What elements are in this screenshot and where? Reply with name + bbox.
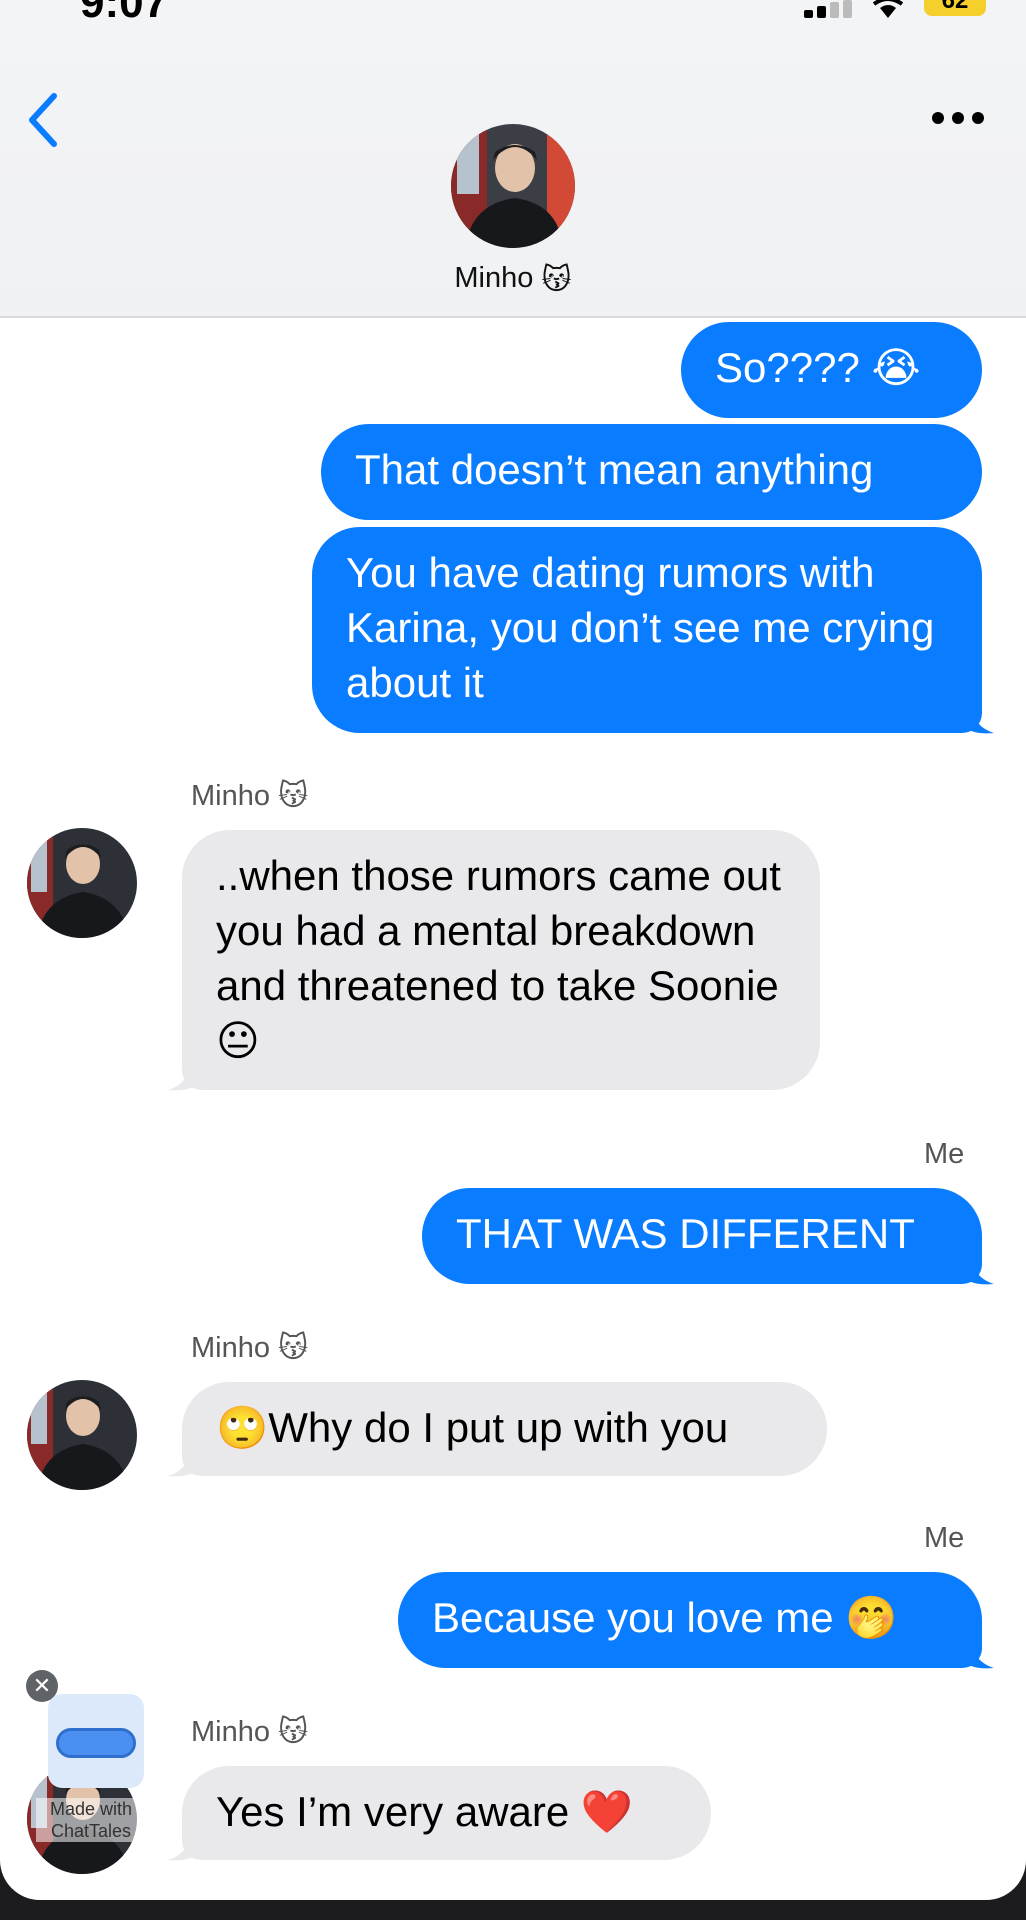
sender-label: Minho 😽 xyxy=(191,1332,309,1364)
status-time: 9:07 xyxy=(80,0,169,27)
message-bubble-sent[interactable]: So???? 😭 xyxy=(681,322,982,418)
kissing-cat-emoji: 😽 xyxy=(541,264,572,296)
message-bubble-sent[interactable]: That doesn’t mean anything xyxy=(321,424,982,520)
bubble-tail xyxy=(964,705,994,734)
contact-avatar[interactable] xyxy=(451,124,575,248)
bubble-tail xyxy=(168,1062,198,1091)
sender-label: Minho 😽 xyxy=(191,780,309,812)
message-bubble-received[interactable]: Yes I’m very aware ❤️ xyxy=(182,1766,711,1860)
sender-label: Me xyxy=(924,1522,965,1554)
message-text: Because you love me 🤭 xyxy=(432,1594,898,1641)
message-text: So???? 😭 xyxy=(715,344,921,391)
bubble-tail xyxy=(964,1256,994,1285)
message-text: That doesn’t mean anything xyxy=(355,446,874,493)
sender-label: Me xyxy=(924,1138,965,1170)
message-text: 🙄Why do I put up with you xyxy=(216,1404,729,1451)
conversation-header: 9:07 62 Minho 😽 xyxy=(0,0,1026,318)
bubble-tail xyxy=(964,1640,994,1669)
message-text: Yes I’m very aware ❤️ xyxy=(216,1788,634,1835)
chattales-logo xyxy=(48,1694,144,1788)
message-text: You have dating rumors with Karina, you … xyxy=(346,549,935,706)
wifi-icon xyxy=(872,0,904,18)
sender-avatar[interactable] xyxy=(27,1380,137,1490)
cellular-signal-icon xyxy=(804,0,852,18)
chat-bubble-icon xyxy=(56,1728,136,1758)
message-bubble-sent[interactable]: Because you love me 🤭 xyxy=(398,1572,982,1668)
message-bubble-sent[interactable]: THAT WAS DIFFERENT xyxy=(422,1188,982,1284)
message-text: THAT WAS DIFFERENT xyxy=(456,1210,915,1257)
message-bubble-received[interactable]: 🙄Why do I put up with you xyxy=(182,1382,827,1476)
chat-screen: 9:07 62 Minho 😽 So???? 😭 That doesn’t me… xyxy=(0,0,1026,1900)
sender-avatar[interactable] xyxy=(27,828,137,938)
battery-indicator: 62 xyxy=(924,0,986,16)
message-bubble-received[interactable]: ..when those rumors came out you had a m… xyxy=(182,830,820,1090)
watermark-text: Made with ChatTales xyxy=(36,1798,146,1842)
bubble-tail xyxy=(168,1448,198,1477)
bubble-tail xyxy=(168,1832,198,1861)
sender-label: Minho 😽 xyxy=(191,1716,309,1748)
message-bubble-sent[interactable]: You have dating rumors with Karina, you … xyxy=(312,527,982,733)
chattales-watermark: ✕ Made with ChatTales xyxy=(26,1670,146,1842)
contact-name[interactable]: Minho 😽 xyxy=(0,262,1026,297)
more-options-icon[interactable] xyxy=(930,108,986,128)
back-chevron-icon[interactable] xyxy=(20,90,64,150)
message-text: ..when those rumors came out you had a m… xyxy=(216,852,781,1064)
